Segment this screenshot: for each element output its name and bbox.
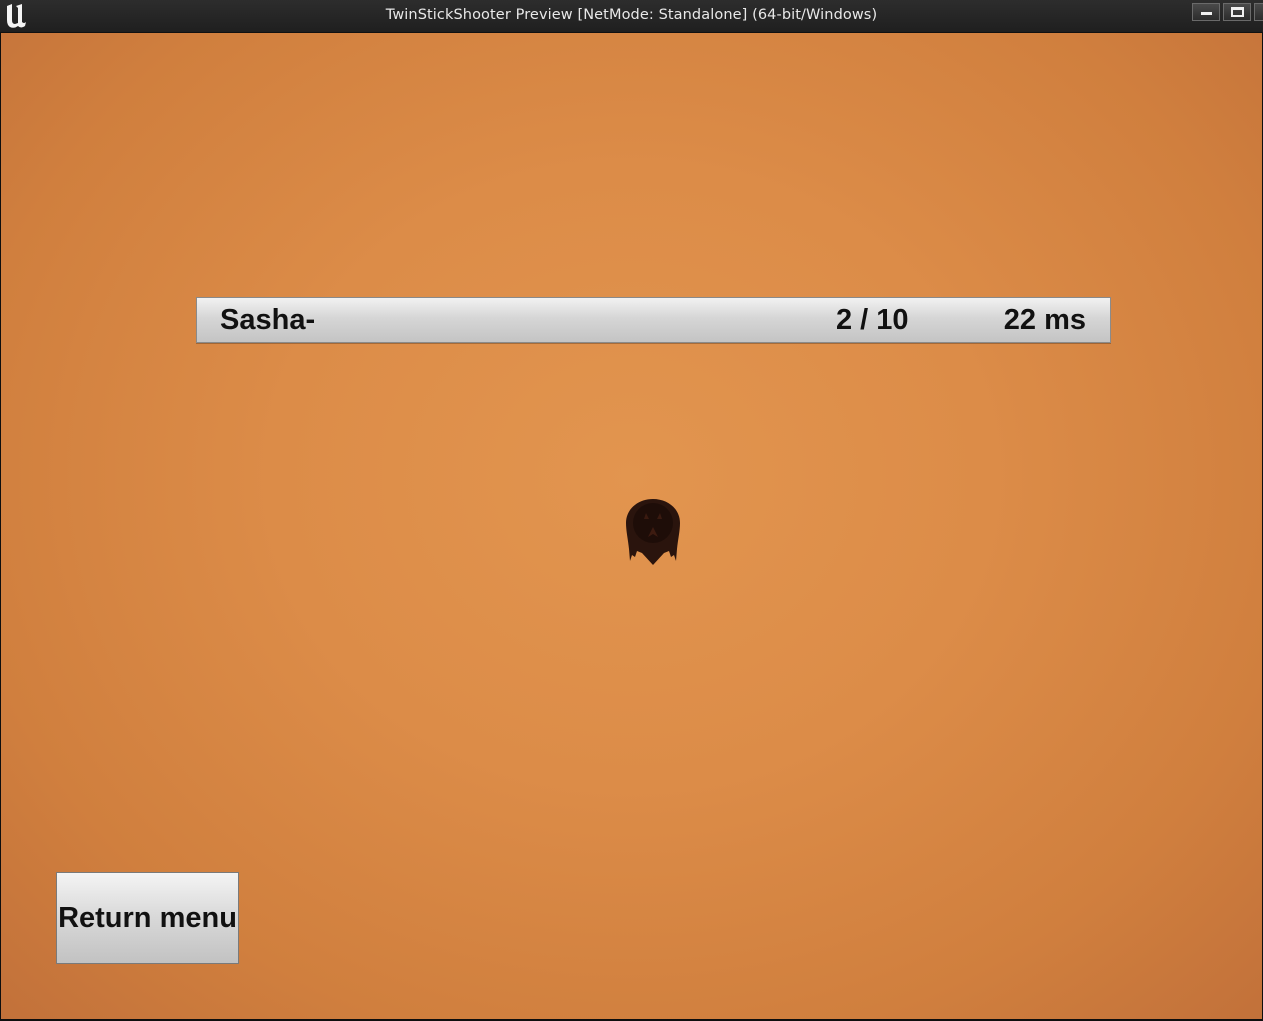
player-name: Sasha- <box>220 304 316 336</box>
window-title: TwinStickShooter Preview [NetMode: Stand… <box>385 7 878 23</box>
maximize-button[interactable] <box>1223 3 1251 21</box>
minimize-button[interactable] <box>1192 3 1220 21</box>
title-bar[interactable]: TwinStickShooter Preview [NetMode: Stand… <box>0 0 1263 33</box>
game-window: TwinStickShooter Preview [NetMode: Stand… <box>0 0 1263 1021</box>
maximize-icon <box>1231 7 1244 17</box>
close-button[interactable] <box>1254 3 1263 21</box>
return-menu-label: Return menu <box>58 901 237 934</box>
minimize-icon <box>1201 12 1212 15</box>
player-ping: 22 ms <box>1003 304 1086 336</box>
scoreboard-row: Sasha- 2 / 10 22 ms <box>196 297 1111 343</box>
ship-icon <box>626 499 680 565</box>
player-score: 2 / 10 <box>836 304 909 336</box>
return-menu-button[interactable]: Return menu <box>56 872 239 964</box>
